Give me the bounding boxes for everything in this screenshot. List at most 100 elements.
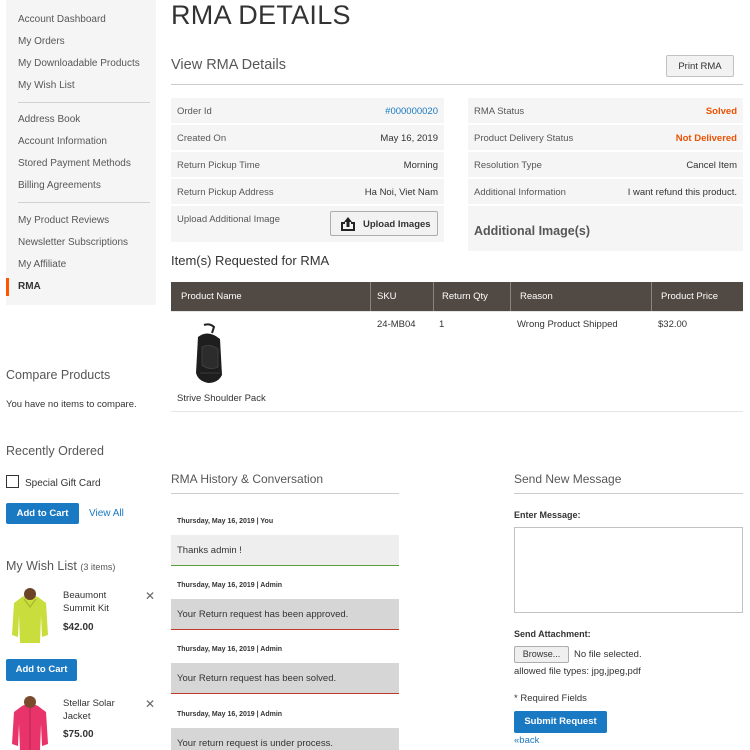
submit-request-button[interactable]: Submit Request (514, 711, 607, 733)
strive-shoulder-pack-image[interactable] (190, 323, 226, 385)
th-separator (370, 282, 371, 311)
nav-stored-payment-methods[interactable]: Stored Payment Methods (18, 158, 131, 169)
resolution-type-value: Cancel Item (686, 160, 737, 171)
account-nav: Account Dashboard My Orders My Downloada… (6, 0, 156, 305)
rma-history-title: RMA History & Conversation (171, 472, 324, 486)
nav-downloadable-products[interactable]: My Downloadable Products (18, 58, 140, 69)
item-price: $32.00 (658, 319, 688, 330)
th-reason: Reason (520, 291, 553, 302)
order-id-label: Order Id (177, 106, 212, 117)
nav-billing-agreements[interactable]: Billing Agreements (18, 180, 101, 191)
order-id-row: Order Id #000000020 (171, 98, 444, 123)
view-all-link[interactable]: View All (89, 508, 124, 519)
rma-status-label: RMA Status (474, 106, 525, 117)
message-textarea[interactable] (514, 527, 743, 613)
delivery-status-label: Product Delivery Status (474, 133, 574, 144)
wishlist-item-name[interactable]: Beaumont Summit Kit (63, 589, 141, 615)
delivery-status-value: Not Delivered (675, 133, 737, 144)
nav-my-orders[interactable]: My Orders (18, 36, 65, 47)
created-on-value: May 16, 2019 (380, 133, 438, 144)
item-reason: Wrong Product Shipped (517, 319, 618, 330)
resolution-type-label: Resolution Type (474, 160, 542, 171)
additional-info-value: I want refund this product. (627, 187, 737, 198)
send-attachment-label: Send Attachment: (514, 629, 591, 639)
nav-rma[interactable]: RMA (18, 281, 41, 292)
wishlist-item-price: $75.00 (63, 729, 94, 740)
th-return-qty: Return Qty (442, 291, 488, 302)
remove-wishlist-item-icon[interactable]: ✕ (145, 697, 155, 711)
browse-file-button[interactable]: Browse... (514, 646, 569, 663)
history-message: Your Return request has been solved. (171, 663, 399, 694)
th-separator (651, 282, 652, 311)
additional-info-row: Additional Information I want refund thi… (468, 179, 743, 204)
history-meta: Thursday, May 16, 2019 | Admin (177, 711, 283, 718)
order-id-link[interactable]: #000000020 (385, 106, 438, 117)
wishlist-title-text: My Wish List (6, 559, 77, 573)
page-title: RMA DETAILS (171, 0, 351, 30)
history-divider (171, 493, 399, 494)
nav-newsletter-subscriptions[interactable]: Newsletter Subscriptions (18, 237, 128, 248)
recently-ordered-title: Recently Ordered (6, 444, 104, 458)
pickup-time-row: Return Pickup Time Morning (171, 152, 444, 177)
enter-message-label: Enter Message: (514, 510, 581, 520)
additional-info-label: Additional Information (474, 187, 566, 198)
created-on-row: Created On May 16, 2019 (171, 125, 444, 150)
remove-wishlist-item-icon[interactable]: ✕ (145, 589, 155, 603)
created-on-label: Created On (177, 133, 227, 144)
back-link[interactable]: «back (514, 735, 539, 746)
item-product-name: Strive Shoulder Pack (177, 393, 266, 404)
allowed-file-types: allowed file types: jpg,jpeg,pdf (514, 666, 641, 677)
wishlist-title: My Wish List (3 items) (6, 559, 115, 573)
beaumont-summit-kit-image[interactable] (8, 585, 52, 649)
gift-card-label: Special Gift Card (25, 478, 101, 489)
nav-active-indicator (6, 278, 9, 296)
stellar-solar-jacket-image[interactable] (8, 694, 52, 750)
items-table-header: Product Name SKU Return Qty Reason Produ… (171, 282, 743, 311)
th-separator (433, 282, 434, 311)
rma-status-row: RMA Status Solved (468, 98, 743, 123)
th-sku: SKU (377, 291, 397, 302)
recent-add-to-cart-button[interactable]: Add to Cart (6, 503, 79, 524)
nav-account-information[interactable]: Account Information (18, 136, 107, 147)
additional-images-title: Additional Image(s) (474, 224, 590, 238)
wishlist-item-name[interactable]: Stellar Solar Jacket (63, 697, 141, 723)
th-separator (510, 282, 511, 311)
section-divider (171, 84, 743, 85)
history-message: Thanks admin ! (171, 535, 399, 566)
upload-image-label: Upload Additional Image (177, 214, 280, 225)
nav-my-wish-list[interactable]: My Wish List (18, 80, 75, 91)
nav-product-reviews[interactable]: My Product Reviews (18, 215, 109, 226)
item-sku: 24-MB04 (377, 319, 416, 330)
wishlist-item-price: $42.00 (63, 622, 94, 633)
table-row-divider (171, 311, 743, 312)
upload-images-button[interactable]: Upload Images (330, 211, 438, 236)
message-divider (514, 493, 743, 494)
pickup-address-row: Return Pickup Address Ha Noi, Viet Nam (171, 179, 444, 204)
nav-divider (18, 202, 150, 203)
compare-empty-text: You have no items to compare. (6, 399, 137, 410)
pickup-time-value: Morning (403, 160, 438, 171)
compare-products-title: Compare Products (6, 368, 111, 382)
table-row-divider (171, 411, 743, 412)
send-message-title: Send New Message (514, 472, 622, 486)
th-product-price: Product Price (661, 291, 719, 302)
nav-address-book[interactable]: Address Book (18, 114, 80, 125)
pickup-address-label: Return Pickup Address (177, 187, 274, 198)
upload-icon (341, 217, 355, 231)
nav-divider (18, 102, 150, 103)
upload-images-label: Upload Images (363, 219, 431, 230)
history-meta: Thursday, May 16, 2019 | Admin (177, 646, 283, 653)
view-rma-title: View RMA Details (171, 57, 286, 73)
wishlist-count: (3 items) (80, 562, 116, 572)
history-message: Your return request is under process. (171, 728, 399, 750)
rma-status-value: Solved (705, 106, 737, 117)
nav-my-affiliate[interactable]: My Affiliate (18, 259, 66, 270)
history-meta: Thursday, May 16, 2019 | Admin (177, 582, 283, 589)
item-qty: 1 (439, 319, 445, 330)
print-rma-button[interactable]: Print RMA (666, 55, 734, 77)
nav-account-dashboard[interactable]: Account Dashboard (18, 14, 106, 25)
history-message: Your Return request has been approved. (171, 599, 399, 630)
wishlist-add-to-cart-button[interactable]: Add to Cart (6, 659, 77, 681)
no-file-text: No file selected. (574, 649, 642, 660)
gift-card-checkbox[interactable] (6, 475, 19, 488)
